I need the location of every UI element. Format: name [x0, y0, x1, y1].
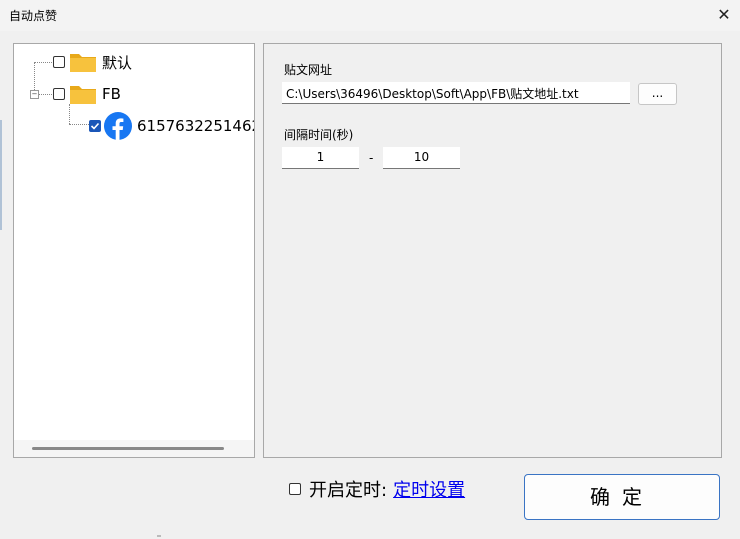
tree-item-default[interactable]: 默认 [53, 48, 132, 76]
tree-item-fb[interactable]: FB [53, 80, 121, 108]
tree-item-checkbox[interactable] [53, 56, 65, 68]
window-edge-decoration [0, 120, 2, 230]
tree-item-checkbox[interactable] [53, 88, 65, 100]
resize-grip [157, 535, 161, 537]
checkmark-icon [90, 122, 100, 130]
title-bar: 自动点赞 ✕ [0, 0, 740, 31]
interval-max-field[interactable]: 10 [383, 147, 460, 169]
tree-connector [69, 124, 89, 125]
confirm-button[interactable]: 确定 [524, 474, 720, 520]
timer-checkbox-label[interactable]: 开启定时: [309, 476, 387, 502]
scrollbar-thumb[interactable] [32, 447, 224, 450]
facebook-icon [104, 112, 132, 140]
tree-connector [34, 62, 52, 63]
tree-item-account[interactable]: 6157632251462 [89, 112, 255, 140]
tree-item-label: FB [102, 85, 121, 103]
post-url-label: 贴文网址 [284, 63, 333, 77]
timer-option: 开启定时: 定时设置 [289, 476, 465, 502]
browse-button[interactable]: ... [638, 83, 677, 105]
tree-item-label: 默认 [102, 53, 133, 72]
collapse-toggle-icon[interactable]: − [30, 90, 39, 99]
close-icon[interactable]: ✕ [712, 3, 736, 27]
horizontal-scrollbar[interactable] [14, 440, 254, 457]
interval-min-field[interactable]: 1 [282, 147, 359, 169]
window-title: 自动点赞 [9, 9, 58, 23]
timer-checkbox[interactable] [289, 483, 301, 495]
tree-item-label: 6157632251462 [137, 117, 255, 135]
settings-panel: 贴文网址 C:\Users\36496\Desktop\Soft\App\FB\… [263, 43, 722, 458]
interval-label: 间隔时间(秒) [284, 128, 354, 142]
folder-icon [70, 86, 96, 104]
account-tree[interactable]: − 默认 FB 6157632251462 [13, 43, 255, 458]
post-url-field[interactable]: C:\Users\36496\Desktop\Soft\App\FB\贴文地址.… [282, 82, 630, 104]
interval-separator: - [369, 151, 374, 165]
folder-icon [70, 54, 96, 72]
tree-item-checkbox[interactable] [89, 120, 101, 132]
timer-settings-link[interactable]: 定时设置 [393, 476, 465, 502]
